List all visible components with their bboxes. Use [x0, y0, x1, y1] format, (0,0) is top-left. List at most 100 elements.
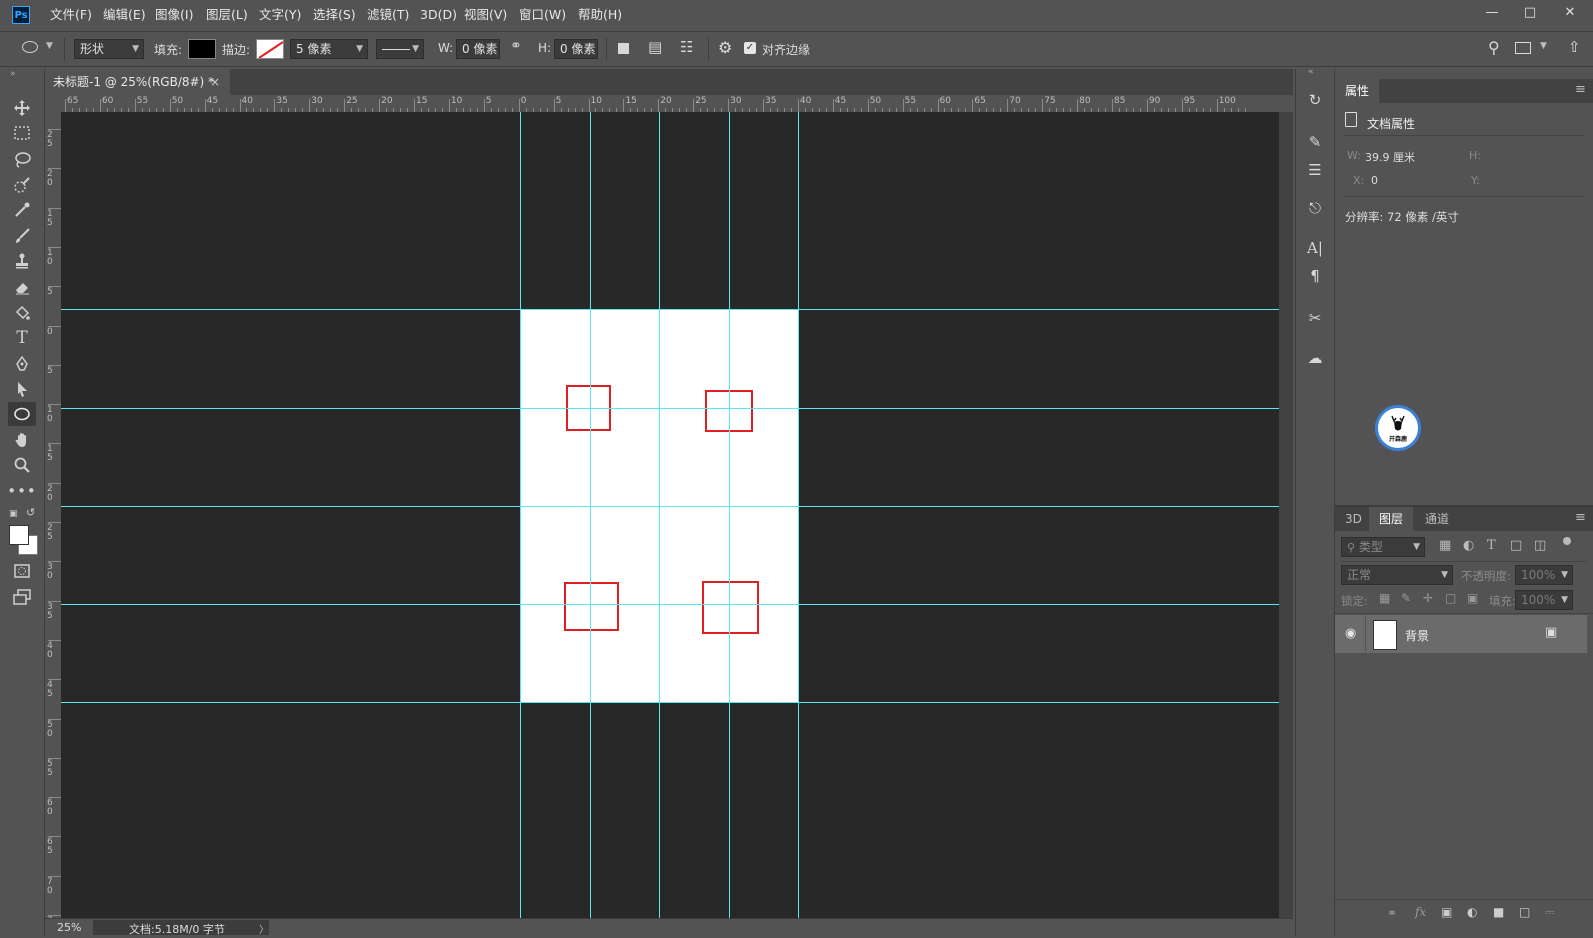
move-tool-icon[interactable]: [8, 96, 36, 120]
vertical-ruler[interactable]: 2 5 2 0 1 5 1 0 5 0 5 1 0 1 5 2 0 2 5 3 0 3 5 4 0 4 5 5…: [45, 112, 62, 918]
libraries-icon[interactable]: ☁: [1304, 347, 1326, 369]
tab-3d[interactable]: 3D: [1335, 507, 1372, 531]
pen-tool-icon[interactable]: [8, 352, 36, 376]
minimize-icon[interactable]: —: [1480, 3, 1504, 23]
opacity-field[interactable]: 100% ▼: [1515, 565, 1573, 585]
quick-selection-tool-icon[interactable]: [8, 173, 36, 197]
brush-tool-icon[interactable]: [8, 224, 36, 248]
align-edges-checkbox[interactable]: ✓: [744, 42, 756, 54]
menu-file[interactable]: 文件(F): [50, 0, 92, 30]
filter-pixel-icon[interactable]: ▦: [1439, 538, 1451, 553]
vertical-guide[interactable]: [729, 112, 730, 918]
layer-filter-select[interactable]: ⚲ 类型 ▼: [1341, 537, 1425, 557]
search-icon[interactable]: ⚲: [1488, 38, 1500, 57]
filter-shape-icon[interactable]: □: [1510, 538, 1522, 553]
vertical-scrollbar[interactable]: [1279, 112, 1293, 918]
filter-type-icon[interactable]: T: [1487, 538, 1496, 553]
path-operations-icon[interactable]: [618, 43, 629, 54]
horizontal-guide[interactable]: [61, 506, 1279, 507]
vertical-guide[interactable]: [798, 112, 799, 918]
lock-pixels-icon[interactable]: ✎: [1401, 591, 1411, 605]
swap-colors-icon[interactable]: ↺: [26, 506, 35, 519]
horizontal-guide[interactable]: [61, 408, 1279, 409]
lock-all-icon[interactable]: ▣: [1467, 591, 1478, 605]
close-window-icon[interactable]: ✕: [1558, 3, 1582, 23]
menu-type[interactable]: 文字(Y): [259, 0, 301, 30]
filter-adjustment-icon[interactable]: ◐: [1463, 538, 1474, 553]
horizontal-guide[interactable]: [61, 702, 1279, 703]
fill-swatch[interactable]: [188, 39, 216, 59]
ellipse-tool-icon[interactable]: [8, 402, 36, 426]
menu-3d[interactable]: 3D(D): [420, 0, 457, 30]
menu-layer[interactable]: 图层(L): [206, 0, 248, 30]
menu-view[interactable]: 视图(V): [464, 0, 507, 30]
zoom-tool-icon[interactable]: [8, 453, 36, 477]
horizontal-ruler[interactable]: 65 60 55 50 45 40 35 30 25 20 15 10 5 0 5 10 15 20 25 30 35 4…: [61, 95, 1293, 113]
workspace-icon[interactable]: [1515, 42, 1531, 54]
gear-icon[interactable]: ⚙: [718, 38, 732, 57]
document-tab[interactable]: 未标题-1 @ 25%(RGB/8#) * ×: [45, 69, 230, 95]
chevron-down-icon[interactable]: ▼: [1540, 41, 1547, 51]
menu-image[interactable]: 图像(I): [155, 0, 193, 30]
new-group-icon[interactable]: ■: [1493, 905, 1504, 919]
menu-window[interactable]: 窗口(W): [519, 0, 566, 30]
collapse-icon[interactable]: »: [10, 69, 16, 79]
path-selection-tool-icon[interactable]: [8, 377, 36, 401]
menu-help[interactable]: 帮助(H): [578, 0, 622, 30]
menu-select[interactable]: 选择(S): [313, 0, 356, 30]
eye-icon[interactable]: ◉: [1345, 626, 1356, 641]
selection-square[interactable]: [702, 581, 759, 634]
link-layers-icon[interactable]: ⚭: [1387, 906, 1397, 920]
layer-row[interactable]: ◉ 背景 ▣: [1335, 615, 1587, 653]
lock-transparent-icon[interactable]: ▦: [1379, 591, 1390, 605]
default-colors-icon[interactable]: ▣: [9, 509, 18, 519]
horizontal-guide[interactable]: [61, 309, 1279, 310]
character-icon[interactable]: A|: [1304, 237, 1326, 259]
stroke-width-field[interactable]: 5 像素 ▼: [290, 39, 368, 59]
tool-presets-icon[interactable]: ✂: [1304, 307, 1326, 329]
trash-icon[interactable]: ⎓: [1545, 905, 1555, 920]
collapse-icon[interactable]: «: [1308, 67, 1314, 77]
fx-icon[interactable]: fx: [1415, 905, 1426, 919]
stroke-swatch[interactable]: [256, 39, 284, 59]
tool-mode-select[interactable]: 形状 ▼: [74, 39, 144, 59]
maximize-icon[interactable]: □: [1518, 3, 1542, 23]
ruler-origin[interactable]: [45, 95, 61, 112]
lock-artboard-icon[interactable]: □: [1445, 591, 1456, 605]
stroke-type-select[interactable]: ▼: [376, 39, 424, 59]
panel-menu-icon[interactable]: ≡: [1575, 82, 1586, 97]
status-menu-arrow-icon[interactable]: 〉: [259, 921, 269, 936]
menu-filter[interactable]: 滤镜(T): [367, 0, 409, 30]
close-tab-icon[interactable]: ×: [210, 69, 220, 95]
screen-mode-icon[interactable]: [8, 585, 36, 609]
horizontal-guide[interactable]: [61, 604, 1279, 605]
hand-tool-icon[interactable]: [8, 428, 36, 452]
lock-position-icon[interactable]: ✛: [1423, 591, 1433, 605]
adjustment-layer-icon[interactable]: ◐: [1467, 905, 1477, 919]
width-field[interactable]: 0 像素: [456, 39, 500, 59]
stamp-tool-icon[interactable]: [8, 249, 36, 273]
tab-layers[interactable]: 图层: [1369, 507, 1414, 531]
tab-properties[interactable]: 属性: [1335, 79, 1380, 103]
vertical-guide[interactable]: [590, 112, 591, 918]
selection-square[interactable]: [564, 582, 619, 631]
fill-field[interactable]: 100% ▼: [1515, 590, 1573, 610]
history-icon[interactable]: ↻: [1304, 89, 1326, 111]
vertical-guide[interactable]: [659, 112, 660, 918]
adjustments-icon[interactable]: ☰: [1304, 159, 1326, 181]
brush-settings-icon[interactable]: ✎: [1304, 131, 1326, 153]
share-icon[interactable]: ⇧: [1568, 38, 1581, 56]
path-alignment-icon[interactable]: ▤: [648, 38, 662, 56]
paragraph-icon[interactable]: ¶: [1304, 265, 1326, 287]
eyedropper-tool-icon[interactable]: [8, 198, 36, 222]
vertical-guide[interactable]: [520, 112, 521, 918]
ellipse-tool-preset-icon[interactable]: [22, 41, 38, 53]
menu-edit[interactable]: 编辑(E): [103, 0, 146, 30]
zoom-level[interactable]: 25%: [57, 921, 81, 934]
clone-source-icon[interactable]: ⎋: [1304, 197, 1326, 219]
height-field[interactable]: 0 像素: [554, 39, 598, 59]
filter-toggle-icon[interactable]: [1563, 537, 1571, 545]
marquee-tool-icon[interactable]: [8, 121, 36, 145]
quick-mask-icon[interactable]: [8, 559, 36, 583]
lasso-tool-icon[interactable]: [8, 147, 36, 171]
